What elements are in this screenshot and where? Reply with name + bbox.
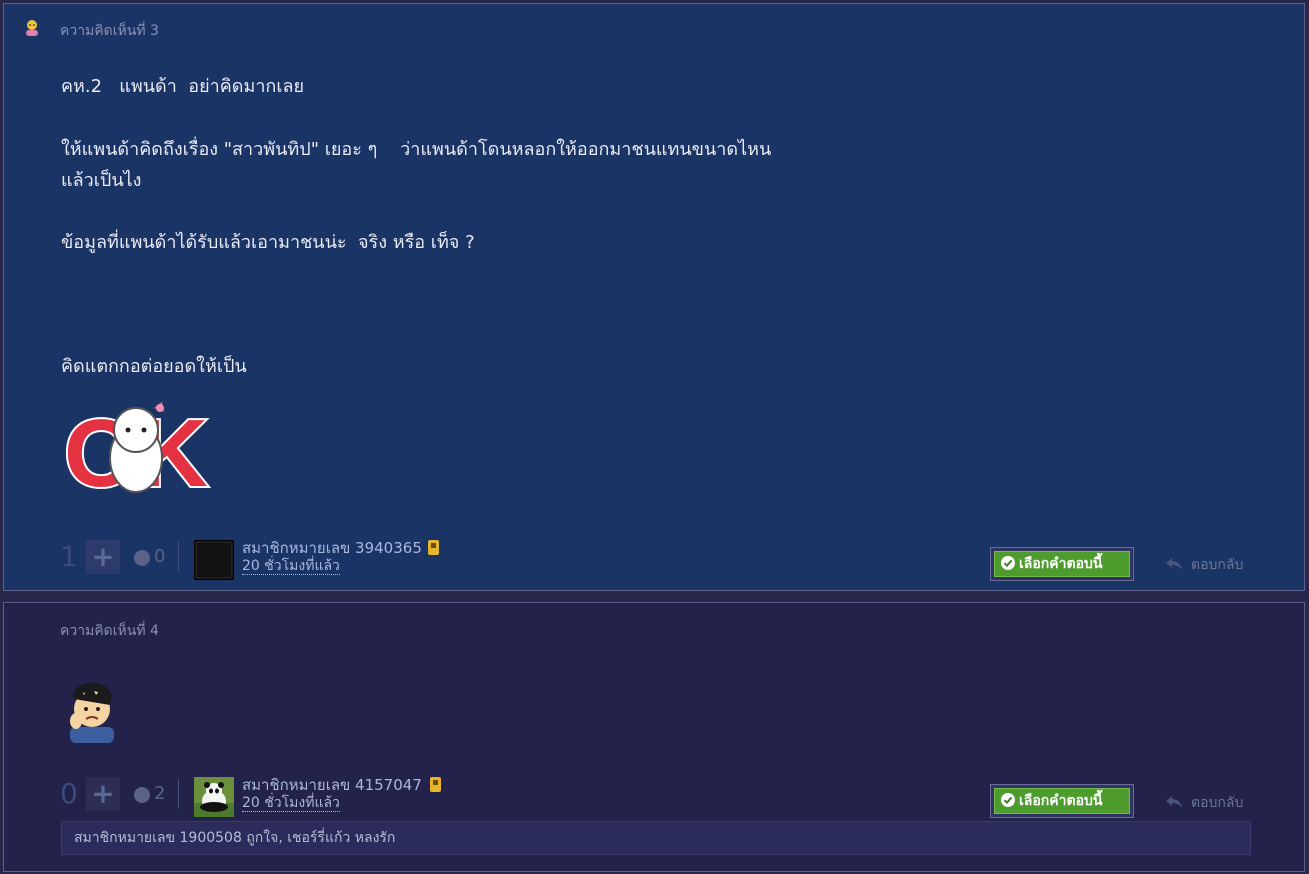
check-icon [1001, 556, 1015, 570]
user-avatar-icon [26, 20, 38, 36]
emotion-icon[interactable] [134, 550, 150, 566]
comment-text-line: ข้อมูลที่แพนด้าได้รับแล้วเอามาชนน่ะ จริง… [61, 232, 475, 253]
reply-link[interactable]: ตอบกลับ [1165, 554, 1243, 576]
comment-number: ความคิดเห็นที่ 3 [60, 23, 159, 39]
post-time[interactable]: 20 ชั่วโมงที่แล้ว [242, 558, 340, 575]
emotion-icon[interactable] [134, 787, 150, 803]
emotion-count: 2 [154, 783, 166, 804]
comment-4: ความคิดเห็นที่ 4 0 + 2 สมาชิกหมายเลข 415… [3, 602, 1305, 872]
member-avatar[interactable] [194, 777, 234, 817]
reply-icon [1166, 558, 1182, 570]
choose-answer-button[interactable]: เลือกคำตอบนี้ [990, 547, 1134, 581]
likes-summary[interactable]: สมาชิกหมายเลข 1900508 ถูกใจ, เชอร์รี่แก้… [61, 821, 1251, 855]
member-name[interactable]: สมาชิกหมายเลข 4157047 [242, 773, 422, 797]
comment-text-line: แล้วเป็นไง [61, 170, 142, 191]
comment-number: ความคิดเห็นที่ 4 [60, 623, 159, 639]
emotion-count: 0 [154, 546, 166, 567]
member-avatar[interactable] [194, 540, 234, 580]
comment-text-line: ให้แพนด้าคิดถึงเรื่อง "สาวพันทิป" เยอะ ๆ… [61, 139, 772, 160]
reply-label: ตอบกลับ [1191, 795, 1244, 811]
choose-answer-button[interactable]: เลือกคำตอบนี้ [990, 784, 1134, 818]
plus-vote-button[interactable]: + [86, 777, 120, 811]
comment-3: ความคิดเห็นที่ 3 คห.2 แพนด้า อย่าคิดมากเ… [3, 3, 1305, 591]
ok-cat-sticker: OK [64, 400, 210, 500]
choose-answer-label: เลือกคำตอบนี้ [1019, 556, 1103, 572]
comment-text-line: คห.2 แพนด้า อย่าคิดมากเลย [61, 76, 305, 97]
mobile-badge-icon [430, 777, 441, 792]
divider [178, 779, 179, 809]
reply-label: ตอบกลับ [1191, 557, 1244, 573]
reply-icon [1166, 796, 1182, 808]
member-name[interactable]: สมาชิกหมายเลข 3940365 [242, 536, 422, 560]
vote-count: 1 [60, 540, 78, 573]
reply-link[interactable]: ตอบกลับ [1165, 792, 1243, 814]
comment-text-line: คิดแตกกอต่อยอดให้เป็น [61, 356, 247, 377]
post-time[interactable]: 20 ชั่วโมงที่แล้ว [242, 795, 340, 812]
divider [178, 542, 179, 572]
mobile-badge-icon [428, 540, 439, 555]
check-icon [1001, 793, 1015, 807]
choose-answer-label: เลือกคำตอบนี้ [1019, 793, 1103, 809]
thinking-boy-sticker [70, 683, 114, 743]
vote-count: 0 [60, 777, 78, 810]
plus-vote-button[interactable]: + [86, 540, 120, 574]
